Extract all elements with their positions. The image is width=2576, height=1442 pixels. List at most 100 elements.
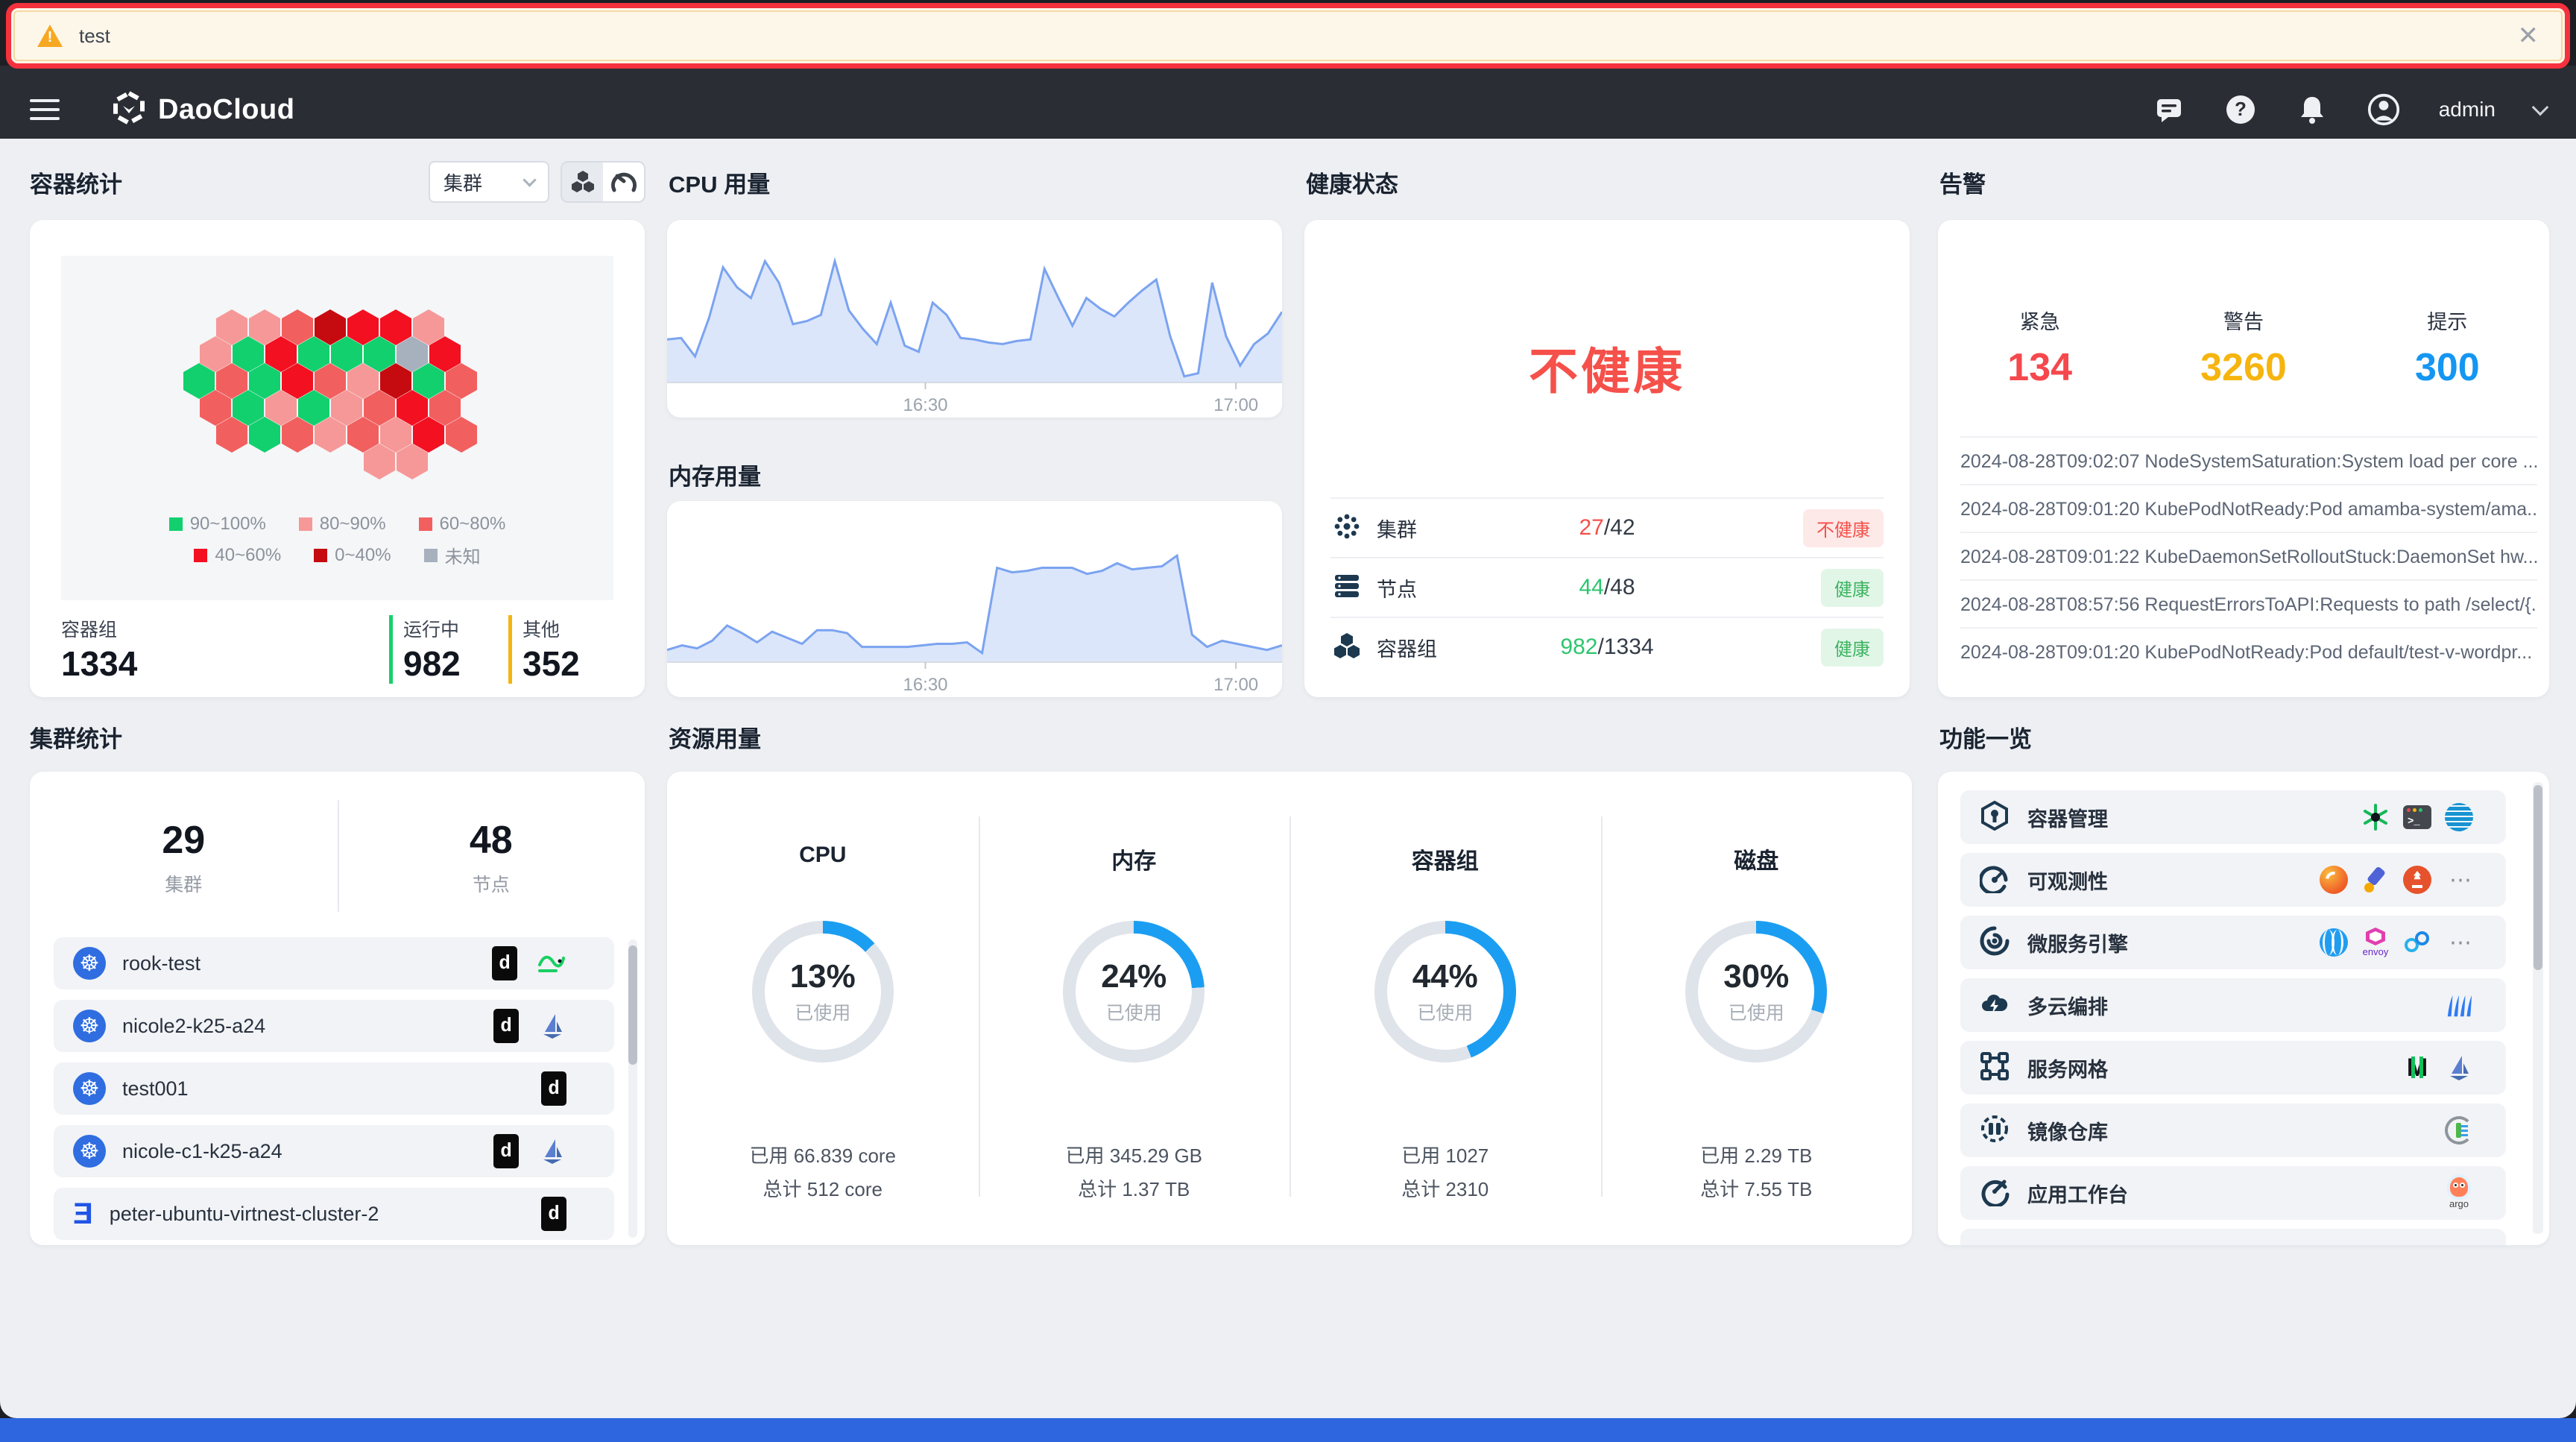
gauge-view-button[interactable]	[603, 163, 644, 201]
pods-other-stat: 其他 352	[508, 615, 613, 684]
alert-list: 2024-08-28T09:02:07 NodeSystemSaturation…	[1960, 436, 2537, 675]
legend-item: 40~60%	[194, 542, 281, 568]
legend-label: 90~100%	[190, 514, 266, 535]
feature-app-icons	[2445, 1116, 2473, 1145]
cluster-name: nicole2-k25-a24	[122, 1015, 265, 1038]
feature-row-容器管理[interactable]: 容器管理>_	[1960, 790, 2506, 844]
section-title-cpu: CPU 用量	[669, 166, 770, 199]
resource-title: 磁盘	[1601, 843, 1913, 875]
argo-app-icon: argo	[2445, 1179, 2473, 1207]
features-scrollbar[interactable]	[2533, 782, 2543, 1234]
section-title-container-stats: 容器统计	[30, 166, 122, 199]
select-chevron-icon	[523, 173, 536, 186]
legend-color-swatch	[424, 549, 438, 562]
kubernetes-icon: ☸	[73, 1072, 106, 1105]
more-apps-icon[interactable]: ⋯	[2449, 867, 2473, 893]
health-row-集群[interactable]: 集群27/42不健康	[1330, 497, 1884, 557]
health-status-badge: 健康	[1821, 569, 1884, 607]
scope-select-value: 集群	[443, 169, 482, 196]
kubean-icon: E	[73, 1197, 93, 1231]
alert-stat-label: 警告	[2223, 306, 2264, 335]
summary-value: 48	[470, 818, 513, 863]
cloudbolt-feature-icon	[1980, 989, 2010, 1022]
mesh-feature-icon	[1980, 1051, 2010, 1085]
svg-text:?: ?	[2235, 98, 2247, 120]
feature-row-多云编排[interactable]: 多云编排	[1960, 978, 2506, 1032]
alert-banner: test ✕	[13, 10, 2563, 61]
alert-list-item[interactable]: 2024-08-28T08:57:56 RequestErrorsToAPI:R…	[1960, 579, 2537, 627]
prometheus-app-icon	[2403, 866, 2431, 894]
alert-stat-info: 提示300	[2346, 261, 2549, 390]
legend-item: 80~90%	[299, 514, 386, 535]
section-title-memory: 内存用量	[669, 458, 761, 491]
legend-item: 未知	[424, 542, 481, 568]
legend-item: 60~80%	[419, 514, 506, 535]
feature-label: 服务网格	[2027, 1054, 2108, 1083]
alert-list-item[interactable]: 2024-08-28T09:01:22 KubeDaemonSetRollout…	[1960, 532, 2537, 579]
brand: DaoCloud	[112, 91, 294, 129]
feature-label: 多云编排	[2027, 991, 2108, 1020]
alert-stat-label: 提示	[2427, 306, 2467, 335]
messages-icon[interactable]	[2153, 93, 2185, 126]
feature-label: 镜像仓库	[2027, 1116, 2108, 1145]
alert-stat-value: 134	[2007, 345, 2072, 390]
swirl-feature-icon	[1980, 926, 2010, 960]
banner-close-icon[interactable]: ✕	[2518, 23, 2539, 48]
alert-list-item[interactable]: 2024-08-28T09:01:20 KubePodNotReady:Pod …	[1960, 484, 2537, 532]
cluster-list-scrollbar[interactable]	[628, 939, 637, 1238]
pods-running-stat: 运行中 982	[389, 615, 508, 684]
legend-color-swatch	[314, 549, 327, 562]
health-row-容器组[interactable]: 容器组982/1334健康	[1330, 617, 1884, 676]
cluster-stats-card: 29集群48节点 ☸rook-testd☸nicole2-k25-a24d☸te…	[30, 772, 645, 1245]
feature-row-镜像仓库[interactable]: 镜像仓库	[1960, 1103, 2506, 1157]
health-status-badge: 健康	[1821, 629, 1884, 667]
cluster-row-test001[interactable]: ☸test001d	[54, 1062, 614, 1115]
resource-col-内存: 内存24%已使用已用 345.29 GB总计 1.37 TB	[979, 772, 1290, 1245]
help-icon[interactable]: ?	[2224, 93, 2257, 126]
cluster-row-nicole-c1-k25-a24[interactable]: ☸nicole-c1-k25-a24d	[54, 1125, 614, 1177]
scope-select[interactable]: 集群	[429, 161, 549, 203]
resource-used: 已用 66.839 core	[667, 1141, 979, 1168]
istio-app-icon	[538, 1012, 566, 1040]
user-menu-chevron-icon[interactable]	[2532, 99, 2549, 116]
cluster-row-peter-ubuntu-virtnest-cluster-2[interactable]: Epeter-ubuntu-virtnest-cluster-2d	[54, 1188, 614, 1240]
alert-list-item[interactable]: 2024-08-28T09:02:07 NodeSystemSaturation…	[1960, 436, 2537, 484]
container-stats-card: 90~100%80~90%60~80% 40~60%0~40%未知 容器组 13…	[30, 220, 645, 697]
feature-row-可观测性[interactable]: 可观测性⋯	[1960, 853, 2506, 907]
legend-color-swatch	[169, 517, 183, 531]
feature-app-icons: M	[2403, 1054, 2473, 1082]
pod-stats: 容器组 1334 运行中 982 其他 352	[61, 615, 613, 684]
overall-health-status: 不健康	[1304, 332, 1910, 403]
resource-used: 已用 1027	[1289, 1141, 1601, 1168]
feature-row-应用工作台[interactable]: 应用工作台argo	[1960, 1166, 2506, 1220]
hexmap-view-button[interactable]	[562, 163, 603, 201]
resource-divider	[1601, 816, 1603, 1197]
dashboard-content: 容器统计 集群 90~100%80~90%60~80% 40~60%0~40%未…	[0, 139, 2576, 1418]
resource-col-磁盘: 磁盘30%已使用已用 2.29 TB总计 7.55 TB	[1601, 772, 1913, 1245]
cluster-name: test001	[122, 1077, 189, 1101]
cluster-row-nicole2-k25-a24[interactable]: ☸nicole2-k25-a24d	[54, 1000, 614, 1052]
resource-col-容器组: 容器组44%已使用已用 1027总计 2310	[1289, 772, 1601, 1245]
alert-stat-warning: 警告3260	[2141, 261, 2345, 390]
user-avatar[interactable]	[2367, 93, 2400, 126]
pods-total-stat: 容器组 1334	[61, 615, 389, 684]
feature-app-icons: >_	[2361, 803, 2473, 831]
feature-row-服务网格[interactable]: 服务网格 M	[1960, 1041, 2506, 1095]
health-row-节点[interactable]: 节点44/48健康	[1330, 557, 1884, 617]
section-title-resources: 资源用量	[669, 720, 761, 754]
cluster-badges: d	[493, 1009, 566, 1043]
more-apps-icon[interactable]: ⋯	[2449, 930, 2473, 956]
feature-row-微服务引擎[interactable]: 微服务引擎envoy⋯	[1960, 916, 2506, 969]
feature-app-icons: ⋯	[2320, 866, 2473, 894]
menu-toggle-button[interactable]	[30, 99, 60, 120]
containerd-app-icon	[2445, 803, 2473, 831]
health-status-badge: 不健康	[1803, 509, 1884, 547]
svg-text:16:30: 16:30	[903, 395, 947, 415]
alert-list-item[interactable]: 2024-08-28T09:01:20 KubePodNotReady:Pod …	[1960, 627, 2537, 675]
legend-color-swatch	[194, 549, 207, 562]
cluster-row-rook-test[interactable]: ☸rook-testd	[54, 937, 614, 989]
daocloud-logo-icon	[112, 91, 146, 129]
notifications-bell-icon[interactable]	[2296, 93, 2329, 126]
section-title-cluster-stats: 集群统计	[30, 720, 122, 754]
resource-total: 总计 7.55 TB	[1601, 1174, 1913, 1202]
